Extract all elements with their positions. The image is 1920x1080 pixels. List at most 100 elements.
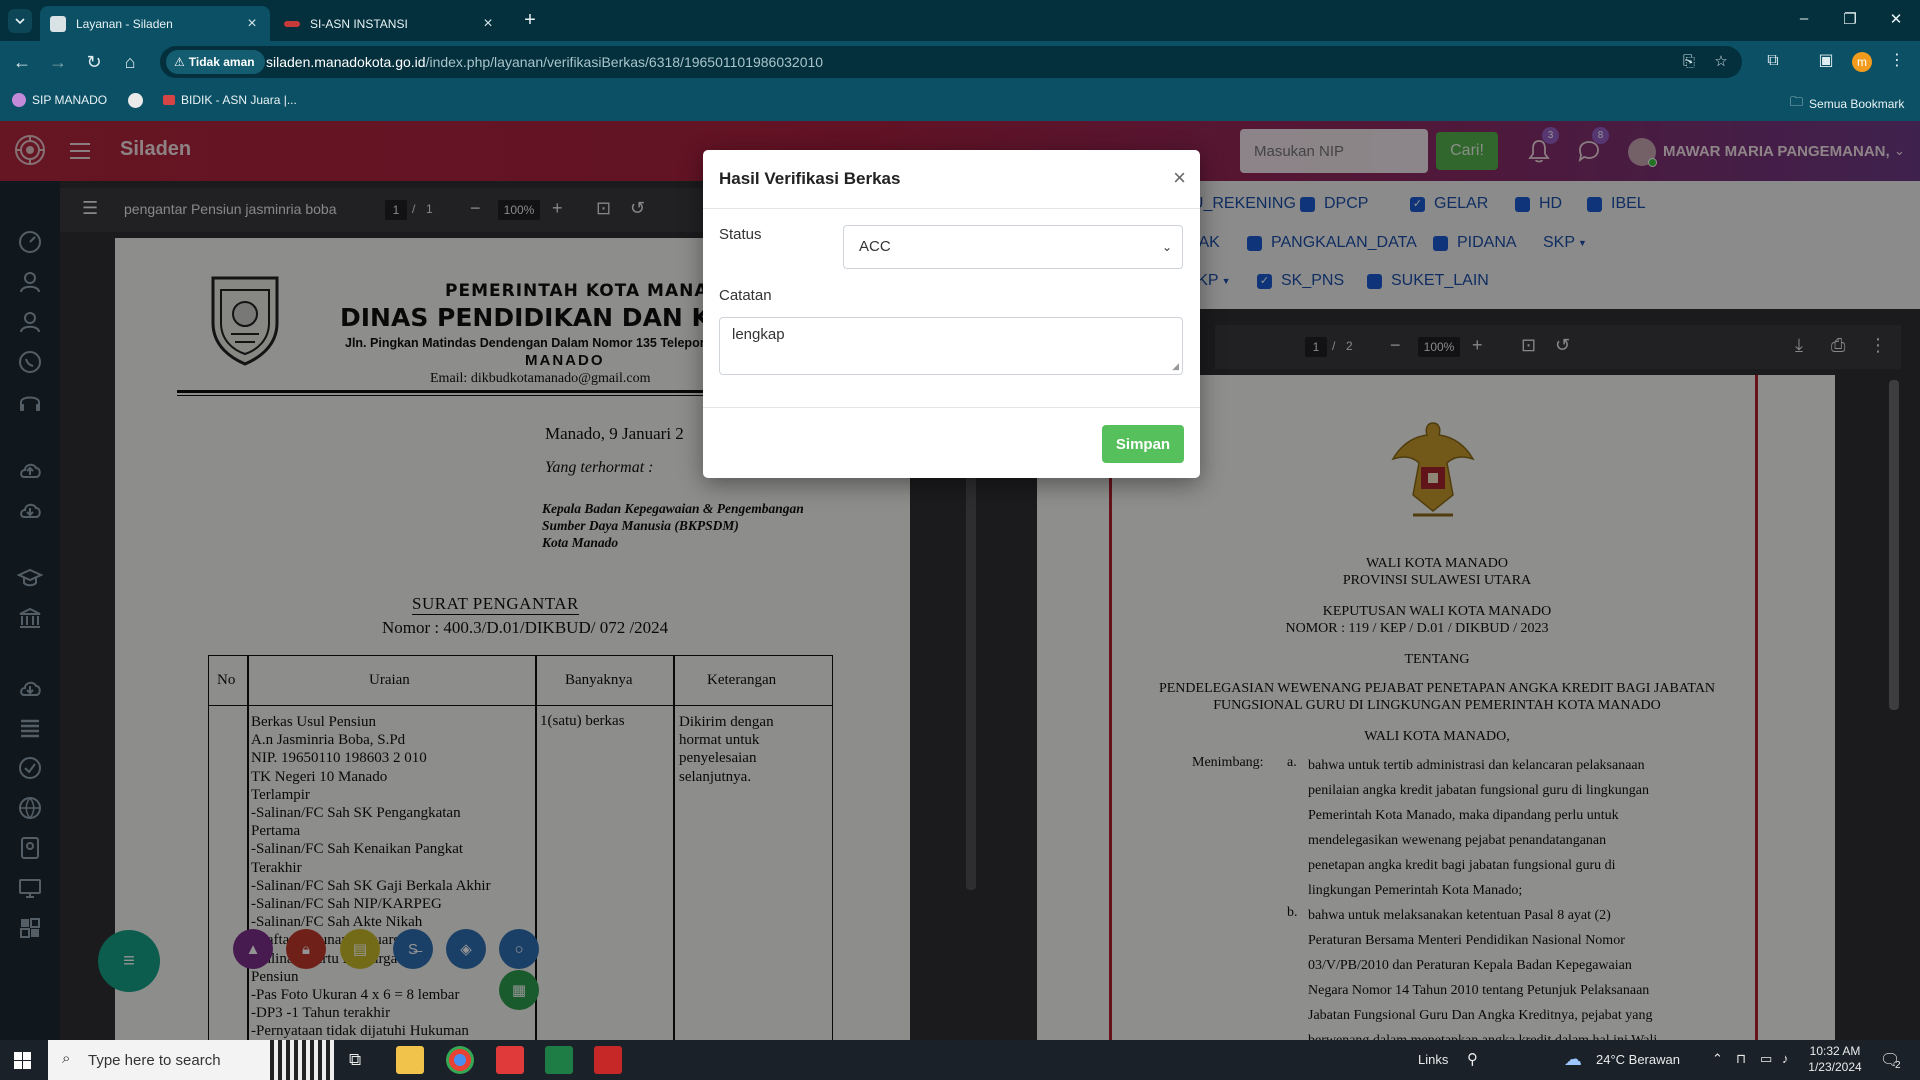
omnibox[interactable]: ⚠ Tidak aman siladen.manadokota.go.id/in… <box>160 46 1742 78</box>
user-avatar[interactable] <box>1628 138 1657 167</box>
fit-page-icon[interactable]: ⊡ <box>1521 335 1536 356</box>
fab-menu-button[interactable]: ≡ <box>98 930 160 992</box>
checkbox-icon[interactable] <box>1300 196 1315 212</box>
rotate-icon[interactable]: ↺ <box>1555 335 1570 356</box>
fab-code-button[interactable]: ◈ <box>446 929 486 969</box>
rotate-icon[interactable]: ↺ <box>630 198 645 219</box>
save-button[interactable]: Simpan <box>1102 425 1184 463</box>
chrome-icon[interactable] <box>446 1046 474 1074</box>
browser-menu-icon[interactable]: ⋮ <box>1886 50 1908 72</box>
headset-icon[interactable] <box>17 389 43 415</box>
app-red-icon[interactable] <box>496 1046 524 1074</box>
doc-tag-suket-lain[interactable]: SUKET_LAIN <box>1367 272 1489 290</box>
taskbar-search-box[interactable]: ⌕ Type here to search <box>48 1040 334 1080</box>
volume-icon[interactable]: ♪ <box>1782 1051 1789 1066</box>
zoom-out-icon[interactable]: − <box>1390 335 1401 356</box>
whatsapp-icon[interactable] <box>17 349 43 375</box>
zoom-in-icon[interactable]: + <box>1472 335 1483 356</box>
url-text[interactable]: siladen.manadokota.go.id/index.php/layan… <box>266 54 823 70</box>
excel-icon[interactable] <box>545 1046 573 1074</box>
doc-tag-skp[interactable]: SKP ▼ <box>1543 234 1587 252</box>
cloud-download-icon[interactable] <box>17 497 43 523</box>
bookmark-star-icon[interactable]: ☆ <box>1712 53 1730 71</box>
tab-search-button[interactable] <box>8 9 32 33</box>
network-icon[interactable]: ⊓ <box>1736 1051 1746 1067</box>
dashboard-icon[interactable] <box>17 229 43 255</box>
taskbar-clock[interactable]: 10:32 AM 1/23/2024 <box>1806 1043 1864 1075</box>
show-hidden-icons-icon[interactable]: ⌃ <box>1712 1051 1723 1067</box>
close-icon[interactable]: × <box>1173 165 1186 191</box>
home-icon[interactable]: ⌂ <box>118 50 142 74</box>
more-options-icon[interactable]: ⋮ <box>1869 335 1887 356</box>
doc-tag-gelar[interactable]: ✓ GELAR <box>1410 195 1488 213</box>
pdf-app-icon[interactable] <box>594 1046 622 1074</box>
pdf-page-input[interactable]: 1 <box>1305 337 1327 357</box>
back-icon[interactable]: ← <box>10 50 34 74</box>
extensions-icon[interactable]: ⧉ <box>1762 50 1784 72</box>
fab-purple-button[interactable]: ▲ <box>233 929 273 969</box>
user-name[interactable]: MAWAR MARIA PANGEMANAN, <box>1663 143 1890 160</box>
tab-siladen[interactable]: Layanan - Siladen × <box>40 6 270 41</box>
checkbox-icon[interactable] <box>1433 235 1448 251</box>
fab-circle-button[interactable]: ○ <box>499 929 539 969</box>
checkbox-icon[interactable] <box>1515 196 1530 212</box>
profile-avatar[interactable]: m <box>1852 52 1872 72</box>
zoom-in-icon[interactable]: + <box>552 198 563 219</box>
tab-si-asn[interactable]: SI-ASN INSTANSI × <box>274 6 506 41</box>
zoom-out-icon[interactable]: − <box>470 198 481 219</box>
nip-search-input[interactable] <box>1240 129 1428 173</box>
grid-icon[interactable] <box>17 915 43 941</box>
menu-toggle-icon[interactable] <box>68 139 92 163</box>
close-tab-icon[interactable]: × <box>480 15 496 33</box>
weather-cloud-icon[interactable]: ☁ <box>1564 1049 1582 1070</box>
download-icon[interactable]: ⤓ <box>1795 335 1803 356</box>
pdf-menu-icon[interactable]: ☰ <box>82 198 98 219</box>
cloud-download-2-icon[interactable] <box>17 675 43 701</box>
minimize-icon[interactable]: – <box>1794 10 1814 27</box>
institution-icon[interactable] <box>17 605 43 631</box>
fit-page-icon[interactable]: ⊡ <box>596 198 611 219</box>
doc-tag-pangkalan-data[interactable]: PANGKALAN_DATA <box>1247 234 1417 252</box>
print-icon[interactable]: ⎙ <box>1831 335 1845 356</box>
doc-tag-ibel[interactable]: IBEL <box>1587 195 1646 213</box>
translate-icon[interactable]: ⎘ <box>1680 53 1698 71</box>
resize-handle-icon[interactable]: ◢ <box>1172 361 1179 372</box>
doc-tag-hd[interactable]: HD <box>1515 195 1562 213</box>
fab-strikethrough-button[interactable]: S̶ <box>393 929 433 969</box>
bookmark-globe[interactable] <box>128 93 149 108</box>
cloud-upload-icon[interactable] <box>17 457 43 483</box>
monitor-icon[interactable] <box>17 875 43 901</box>
file-explorer-icon[interactable] <box>396 1046 424 1074</box>
fab-book-button[interactable]: ▤ <box>340 929 380 969</box>
doc-tag-sk-pns[interactable]: ✓ SK_PNS <box>1257 272 1344 290</box>
side-panel-icon[interactable]: ▣ <box>1815 50 1837 72</box>
pdf-zoom-value[interactable]: 100% <box>498 200 540 220</box>
new-tab-icon[interactable]: + <box>518 8 542 32</box>
checkbox-checked-icon[interactable]: ✓ <box>1257 273 1272 289</box>
people-icon[interactable]: ⚲ <box>1467 1050 1478 1068</box>
person-icon[interactable] <box>17 309 43 335</box>
globe-icon[interactable] <box>17 795 43 821</box>
reload-icon[interactable]: ↻ <box>82 50 106 74</box>
user-menu-chevron-icon[interactable]: ⌄ <box>1894 143 1905 159</box>
siladen-logo-icon[interactable] <box>14 134 46 166</box>
fab-file-button[interactable]: ▦ <box>499 970 539 1010</box>
catatan-textarea[interactable]: lengkap ◢ <box>719 317 1183 375</box>
security-chip[interactable]: ⚠ Tidak aman <box>166 50 265 74</box>
bookmark-bidik[interactable]: BIDIK - ASN Juara |... <box>163 93 297 107</box>
contact-book-icon[interactable] <box>17 835 43 861</box>
user-icon[interactable] <box>17 269 43 295</box>
all-bookmarks[interactable]: 🗀 Semua Bookmark <box>1790 93 1904 115</box>
app-title[interactable]: Siladen <box>120 138 191 161</box>
checkbox-checked-icon[interactable]: ✓ <box>1410 196 1425 212</box>
list-icon[interactable] <box>17 715 43 741</box>
bookmark-sip-manado[interactable]: SIP MANADO <box>12 93 107 107</box>
pdf-zoom-value[interactable]: 100% <box>1418 337 1460 357</box>
close-tab-icon[interactable]: × <box>244 15 260 33</box>
taskbar-links[interactable]: Links <box>1418 1052 1448 1067</box>
checkbox-icon[interactable] <box>1367 273 1382 289</box>
doc-tag-pidana[interactable]: PIDANA <box>1433 234 1517 252</box>
doc-tag-dpcp[interactable]: DPCP <box>1300 195 1368 213</box>
search-button[interactable]: Cari! <box>1436 132 1498 170</box>
checkbox-icon[interactable] <box>1247 235 1262 251</box>
